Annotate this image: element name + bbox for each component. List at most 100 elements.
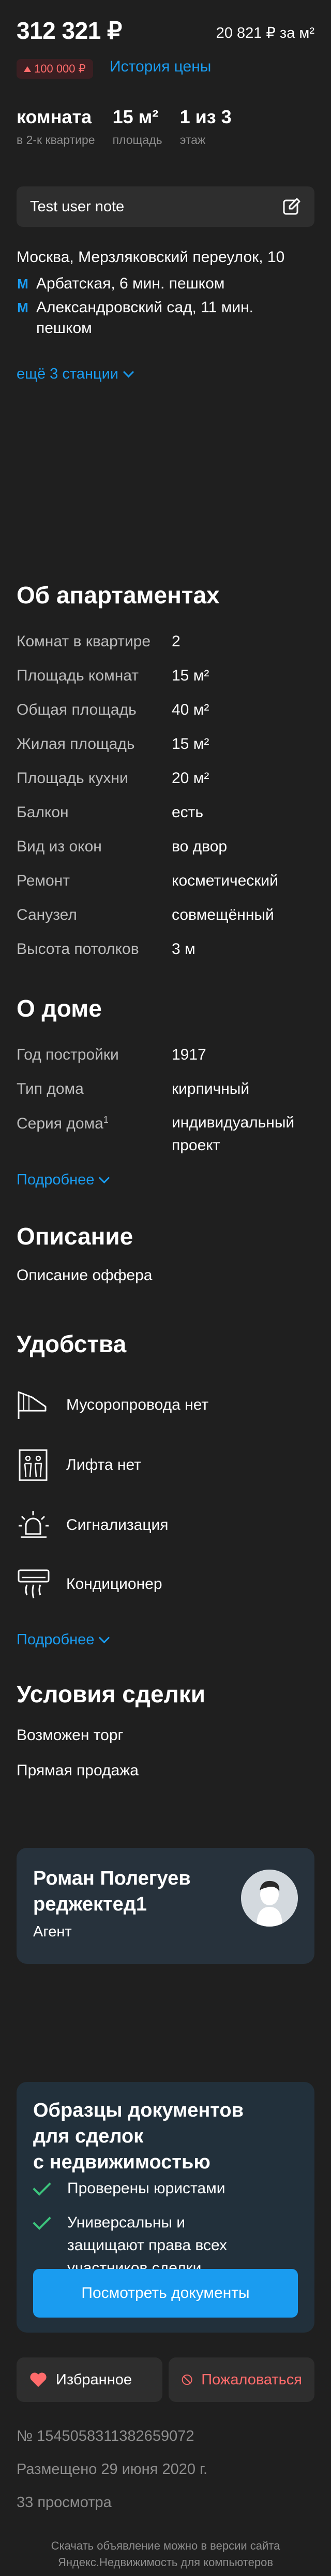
house-row: Серия дома1 индивидуальный проект xyxy=(17,1114,314,1157)
agent-role: Агент xyxy=(33,1923,72,1940)
amenity-item: Сигнализация xyxy=(17,1508,169,1542)
amenity-item: Кондиционер xyxy=(17,1567,162,1601)
spec-label: площадь xyxy=(112,133,162,147)
agent-name: Роман Полегуев реджектед1 xyxy=(33,1865,191,1917)
apartment-row: Площадь комнат 15 м² xyxy=(17,667,314,685)
row-key: Площадь кухни xyxy=(17,770,128,787)
row-key: Общая площадь xyxy=(17,701,137,718)
metro-station: M Александровский сад, 11 мин. пешком xyxy=(17,297,253,339)
apartment-row: Площадь кухни 20 м² xyxy=(17,770,314,787)
row-value: 3 м xyxy=(172,940,195,958)
avatar xyxy=(241,1870,298,1927)
amenity-item: Лифта нет xyxy=(17,1448,141,1482)
agent-name-line: Роман Полегуев xyxy=(33,1868,191,1889)
agent-card[interactable]: Роман Полегуев реджектед1 Агент xyxy=(17,1848,314,1964)
row-value: кирпичный xyxy=(172,1080,250,1097)
apartment-row: Общая площадь 40 м² xyxy=(17,701,314,719)
alarm-icon xyxy=(19,1511,49,1538)
view-documents-button[interactable]: Посмотреть документы xyxy=(33,2269,298,2318)
elevator-icon xyxy=(19,1449,48,1481)
apartment-section-title: Об апартаментах xyxy=(17,582,220,609)
amenity-label: Мусоропровода нет xyxy=(66,1396,209,1413)
row-value: 15 м² xyxy=(172,667,209,684)
title-line: для сделок xyxy=(33,2125,144,2147)
metro-station-name: Арбатская, 6 мин. пешком xyxy=(36,275,225,292)
house-section-title: О доме xyxy=(17,995,102,1022)
row-key: Ремонт xyxy=(17,872,70,889)
price-change-value: 100 000 ₽ xyxy=(34,62,86,75)
more-label: Подробнее xyxy=(17,1631,95,1648)
offer-id: № 1545058311382659072 xyxy=(17,2428,194,2444)
spec-label: в 2-к квартире xyxy=(17,133,95,147)
benefit-text: Проверены юристами xyxy=(67,2180,225,2197)
row-value: есть xyxy=(172,804,204,821)
metro-station-name: Александровский сад, 11 мин. xyxy=(36,299,253,316)
apartment-row: Ремонт косметический xyxy=(17,872,314,890)
price: 312 321 ₽ xyxy=(17,17,122,44)
house-more-link[interactable]: Подробнее xyxy=(17,1171,110,1189)
price-history-link[interactable]: История цены xyxy=(110,58,211,76)
deal-section-title: Условия сделки xyxy=(17,1681,206,1707)
amenity-label: Кондиционер xyxy=(66,1575,162,1593)
row-key: Жилая площадь xyxy=(17,735,135,752)
title-line: с недвижимостью xyxy=(33,2151,210,2173)
chevron-down-icon xyxy=(99,1172,110,1184)
block-icon xyxy=(182,2374,192,2385)
price-per-m2: 20 821 ₽ за м² xyxy=(216,25,314,41)
row-key: Высота потолков xyxy=(17,940,139,958)
spec-floor: 1 из 3 этаж xyxy=(180,106,232,147)
chevron-down-icon xyxy=(123,366,134,378)
spec-area: 15 м² площадь xyxy=(113,106,162,147)
more-label: Подробнее xyxy=(17,1171,95,1188)
spec-value: комната xyxy=(17,106,92,127)
documents-benefit: Проверены юристами xyxy=(33,2177,225,2200)
address: Москва, Мерзляковский переулок, 10 xyxy=(17,249,285,266)
user-note[interactable]: Test user note xyxy=(17,186,314,227)
row-key: Тип дома xyxy=(17,1080,84,1097)
more-stations-link[interactable]: ещё 3 станции xyxy=(17,366,134,383)
agent-name-line: реджектед1 xyxy=(33,1893,147,1915)
row-value: 20 м² xyxy=(172,770,209,787)
title-line: Образцы документов xyxy=(33,2100,244,2121)
row-key: Вид из окон xyxy=(17,838,102,855)
amenities-more-link[interactable]: Подробнее xyxy=(17,1631,110,1648)
key-specs: комната в 2-к квартире 15 м² площадь 1 и… xyxy=(17,106,232,147)
row-value: совмещённый xyxy=(172,906,274,923)
documents-promo-title: Образцы документов для сделок с недвижим… xyxy=(33,2097,244,2175)
arrow-up-icon xyxy=(24,66,31,72)
spec-value: 15 м² xyxy=(112,106,159,127)
row-key-text: Серия дома xyxy=(17,1115,103,1132)
edit-icon[interactable] xyxy=(282,197,301,216)
deal-item: Прямая продажа xyxy=(17,1762,139,1779)
row-value: 40 м² xyxy=(172,701,209,718)
row-key: Серия дома1 xyxy=(17,1115,172,1157)
documents-promo-card: Образцы документов для сделок с недвижим… xyxy=(17,2082,314,2333)
row-value: индивидуальный проект xyxy=(172,1114,295,1154)
footer-line: Скачать объявление можно в версии сайта xyxy=(51,2539,280,2552)
house-row: Год постройки 1917 xyxy=(17,1046,314,1064)
row-value: во двор xyxy=(172,838,228,855)
footer-line: Яндекс.Недвижимость для компьютеров xyxy=(57,2556,274,2569)
apartment-row: Комнат в квартире 2 xyxy=(17,633,314,650)
metro-station: M Арбатская, 6 мин. пешком xyxy=(17,273,224,294)
row-key: Год постройки xyxy=(17,1046,119,1063)
metro-station-time: пешком xyxy=(36,320,92,337)
metro-icon: M xyxy=(17,276,28,292)
row-key: Санузел xyxy=(17,906,77,923)
check-icon xyxy=(33,2177,51,2196)
favorite-label: Избранное xyxy=(56,2371,132,2388)
row-value: 15 м² xyxy=(172,735,209,752)
spec-label: этаж xyxy=(179,133,206,147)
more-stations-label: ещё 3 станции xyxy=(17,366,118,382)
heart-icon xyxy=(30,2372,47,2387)
amenity-label: Лифта нет xyxy=(66,1456,141,1473)
row-value: 2 xyxy=(172,633,180,650)
description-text: Описание оффера xyxy=(17,1267,153,1284)
favorite-button[interactable]: Избранное xyxy=(17,2357,162,2402)
row-value: 1917 xyxy=(172,1046,206,1063)
metro-icon: M xyxy=(17,300,28,315)
garbage-chute-icon xyxy=(18,1391,47,1419)
desktop-version-note[interactable]: Скачать объявление можно в версии сайта … xyxy=(0,2538,331,2571)
complain-button[interactable]: Пожаловаться xyxy=(169,2357,314,2402)
apartment-row: Жилая площадь 15 м² xyxy=(17,735,314,753)
